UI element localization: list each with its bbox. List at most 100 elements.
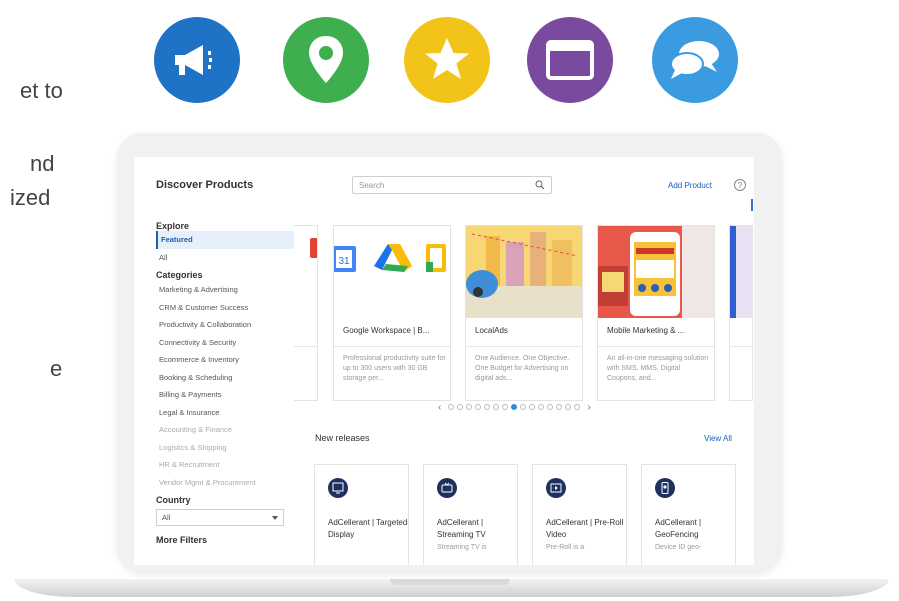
- release-description: Streaming TV is: [437, 544, 487, 551]
- new-release-card[interactable]: AdCellerant | Targeted Display: [314, 464, 409, 565]
- scrollbar[interactable]: [751, 199, 753, 211]
- star-icon: [404, 17, 490, 103]
- sidebar-item-all[interactable]: All: [156, 249, 306, 267]
- marketing-line: nd: [30, 151, 55, 176]
- mobile-marketing-image: [598, 226, 714, 318]
- country-heading: Country: [156, 495, 191, 505]
- carousel-dot[interactable]: [448, 404, 455, 410]
- card-description: Professional productivity suite for up t…: [343, 355, 446, 382]
- megaphone-icon: [154, 17, 240, 103]
- sidebar-item-category[interactable]: Logistics & Shipping: [156, 439, 306, 457]
- release-name: AdCellerant | Streaming TV: [437, 518, 486, 539]
- search-input[interactable]: Search: [352, 176, 552, 194]
- carousel-dots: [448, 404, 581, 410]
- release-name: AdCellerant | Pre-Roll Video: [546, 518, 624, 539]
- view-all-link[interactable]: View All: [704, 434, 732, 443]
- marketing-line: e: [50, 356, 63, 381]
- carousel-dot[interactable]: [484, 404, 491, 410]
- card-divider: [334, 346, 450, 347]
- sidebar-item-category[interactable]: Ecommerce & Inventory: [156, 351, 306, 369]
- localads-image: [466, 226, 582, 318]
- location-pin-icon: [283, 17, 369, 103]
- carousel-pagination: ‹ ›: [434, 402, 595, 413]
- card-image: [294, 226, 317, 318]
- video-icon: [546, 478, 566, 498]
- release-description: Device ID geo-: [655, 544, 702, 551]
- carousel-dot[interactable]: [475, 404, 482, 410]
- tv-icon: [437, 478, 457, 498]
- sidebar-item-category[interactable]: Vendor Mgmt & Procurement: [156, 474, 306, 492]
- carousel-dot[interactable]: [574, 404, 581, 410]
- card-title: LocalAds: [475, 326, 508, 335]
- new-release-card[interactable]: AdCellerant | GeoFencing Device ID geo-: [641, 464, 736, 565]
- sidebar-item-category[interactable]: Legal & Insurance: [156, 404, 306, 422]
- featured-card[interactable]: LocalAds One Audience. One Objective. On…: [465, 225, 583, 401]
- sidebar: Explore Featured All Categories Marketin…: [156, 217, 306, 545]
- categories-heading: Categories: [156, 270, 203, 280]
- carousel-dot[interactable]: [466, 404, 473, 410]
- calendar-number: 31: [338, 256, 350, 267]
- country-select[interactable]: All: [156, 509, 284, 526]
- carousel-dot[interactable]: [520, 404, 527, 410]
- google-workspace-image: 31: [334, 226, 450, 318]
- search-placeholder: Search: [359, 181, 385, 190]
- category-list: Marketing & Advertising CRM & Customer Su…: [156, 281, 306, 491]
- featured-card-partial[interactable]: [729, 225, 753, 401]
- marketing-line: ized: [10, 185, 51, 210]
- browser-window-icon: [527, 17, 613, 103]
- chat-bubbles-icon: [652, 17, 738, 103]
- laptop-notch: [390, 579, 510, 585]
- carousel-dot[interactable]: [502, 404, 509, 410]
- card-description: One Audience. One Objective. One Budget …: [475, 355, 570, 382]
- sidebar-item-featured[interactable]: Featured: [156, 231, 298, 249]
- carousel-dot[interactable]: [511, 404, 518, 410]
- card-divider: [598, 346, 714, 347]
- sidebar-item-category[interactable]: Billing & Payments: [156, 386, 306, 404]
- featured-card[interactable]: Mobile Marketing & ... An all-in-one mes…: [597, 225, 715, 401]
- country-value: All: [162, 513, 171, 522]
- new-release-card[interactable]: AdCellerant | Pre-Roll Video Pre-Roll is…: [532, 464, 627, 565]
- card-image: [730, 226, 752, 318]
- page-title: Discover Products: [156, 179, 254, 191]
- new-releases-heading: New releases: [315, 433, 370, 443]
- sidebar-item-category[interactable]: Accounting & Finance: [156, 421, 306, 439]
- display-icon: [328, 478, 348, 498]
- card-description: An all-in-one messaging solution with SM…: [607, 355, 709, 382]
- sidebar-item-category[interactable]: Booking & Scheduling: [156, 369, 306, 387]
- search-icon[interactable]: [535, 180, 545, 190]
- chevron-right-icon[interactable]: ›: [587, 402, 590, 413]
- featured-card[interactable]: 31 Google Workspace | B... Professional …: [333, 225, 451, 401]
- sidebar-item-category[interactable]: Marketing & Advertising: [156, 281, 306, 299]
- carousel-dot[interactable]: [457, 404, 464, 410]
- carousel-dot[interactable]: [556, 404, 563, 410]
- chevron-left-icon[interactable]: ‹: [438, 402, 441, 413]
- new-release-card[interactable]: AdCellerant | Streaming TV Streaming TV …: [423, 464, 518, 565]
- card-title: Google Workspace | B...: [343, 326, 430, 335]
- carousel-dot[interactable]: [529, 404, 536, 410]
- explore-heading: Explore: [156, 221, 190, 231]
- sidebar-item-category[interactable]: CRM & Customer Success: [156, 299, 306, 317]
- card-divider: [466, 346, 582, 347]
- page: et to nd ized e Discover Products Search…: [0, 0, 899, 601]
- card-divider: [294, 346, 317, 347]
- sidebar-item-category[interactable]: Connectivity & Security: [156, 334, 306, 352]
- app-screen: Discover Products Search Add Product ? E…: [134, 157, 754, 565]
- geofence-phone-icon: [655, 478, 675, 498]
- more-filters-heading[interactable]: More Filters: [156, 535, 306, 545]
- chevron-down-icon: [272, 516, 278, 520]
- carousel-dot[interactable]: [538, 404, 545, 410]
- marketing-copy: et to nd ized e: [0, 0, 70, 601]
- add-product-button[interactable]: Add Product: [668, 181, 712, 190]
- release-description: Pre-Roll is a: [546, 544, 585, 551]
- card-title: Mobile Marketing & ...: [607, 326, 685, 335]
- carousel-dot[interactable]: [547, 404, 554, 410]
- release-name: AdCellerant | Targeted Display: [328, 518, 408, 539]
- release-name: AdCellerant | GeoFencing: [655, 518, 702, 539]
- featured-card-partial[interactable]: [294, 225, 318, 401]
- carousel-dot[interactable]: [565, 404, 572, 410]
- sidebar-item-category[interactable]: HR & Recruitment: [156, 456, 306, 474]
- sidebar-item-category[interactable]: Productivity & Collaboration: [156, 316, 306, 334]
- help-icon[interactable]: ?: [734, 179, 746, 191]
- carousel-dot[interactable]: [493, 404, 500, 410]
- marketing-line: et to: [20, 78, 63, 103]
